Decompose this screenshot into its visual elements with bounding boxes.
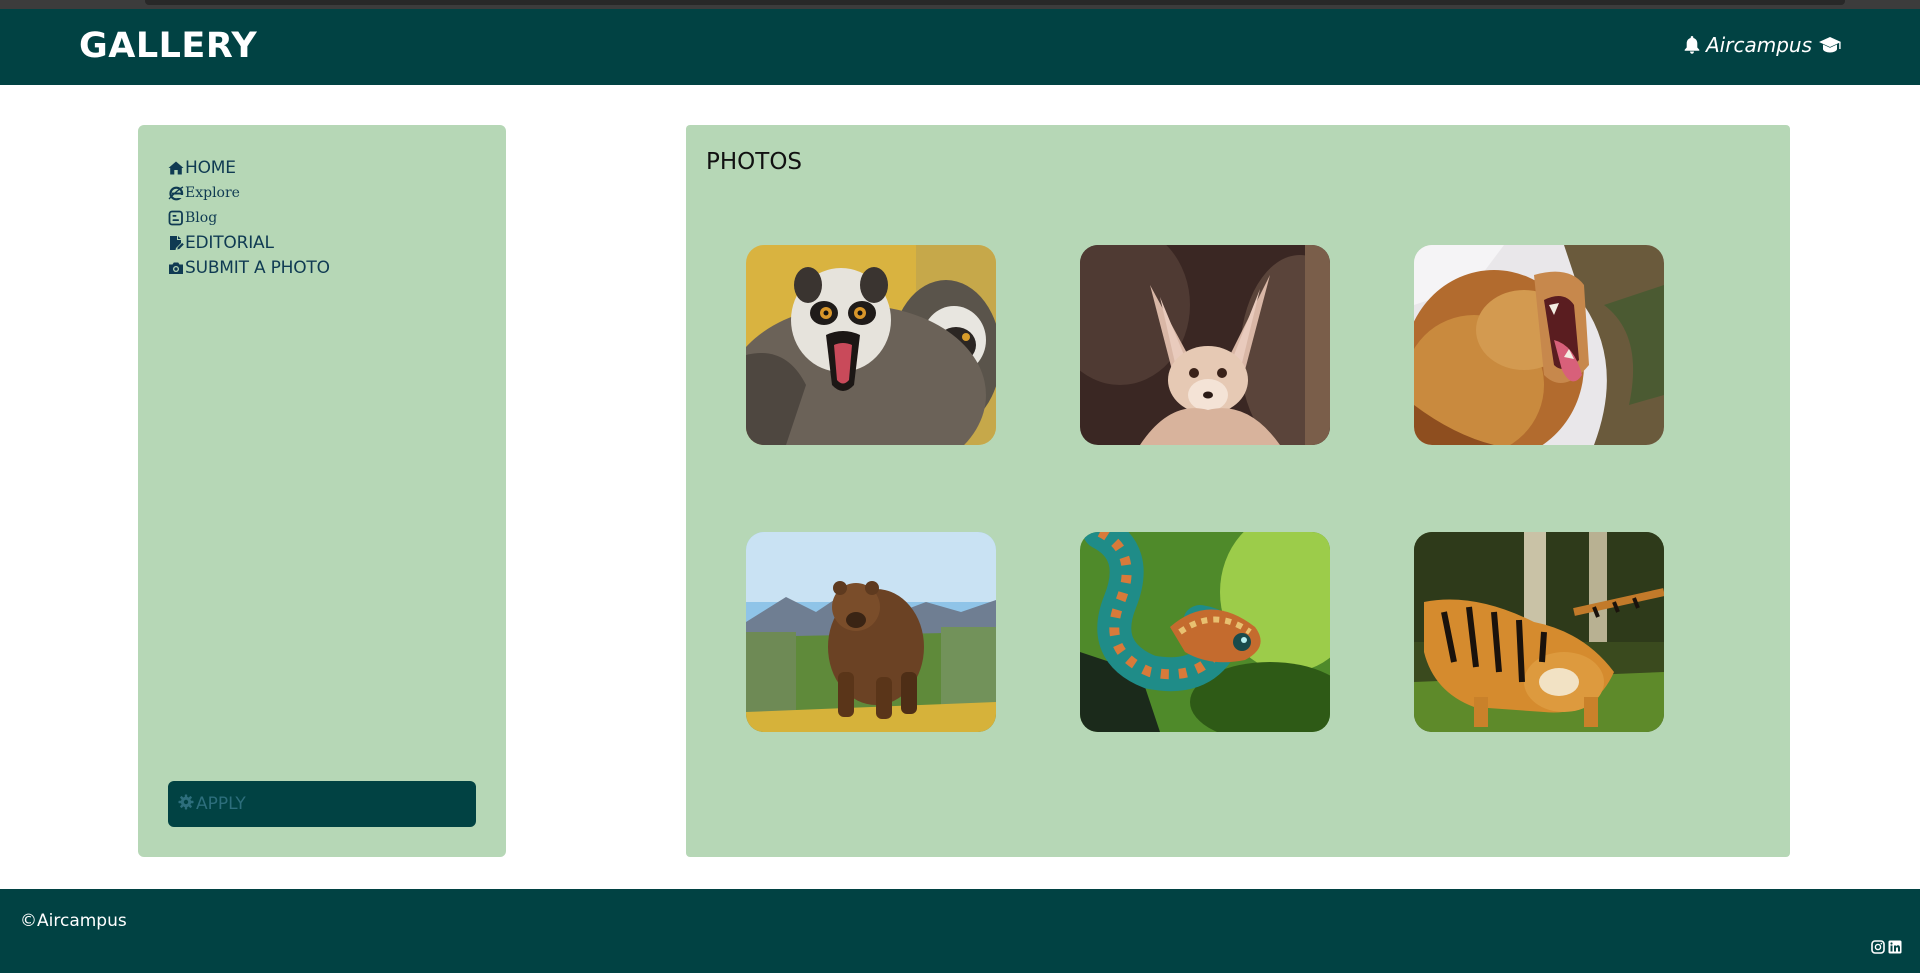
photo-lemurs[interactable] xyxy=(746,245,996,445)
sidebar-item-label: HOME xyxy=(185,157,236,178)
photos-heading: PHOTOS xyxy=(706,149,803,175)
sidebar-item-label: SUBMIT A PHOTO xyxy=(185,257,330,278)
graduation-cap-icon xyxy=(1818,36,1842,54)
social-links xyxy=(1871,939,1902,954)
sidebar-item-explore[interactable]: Explore xyxy=(168,180,330,205)
sidebar-item-label: EDITORIAL xyxy=(185,232,274,253)
camera-icon xyxy=(168,260,184,276)
photo-tiger[interactable] xyxy=(1414,532,1664,732)
apply-button[interactable]: APPLY xyxy=(168,781,476,827)
sidebar-item-editorial[interactable]: EDITORIAL xyxy=(168,230,330,255)
footer: ©Aircampus xyxy=(0,889,1920,973)
photo-lion[interactable] xyxy=(1414,245,1664,445)
sidebar-item-blog[interactable]: Blog xyxy=(168,205,330,230)
photo-snake[interactable] xyxy=(1080,532,1330,732)
top-navbar: GALLERY Aircampus xyxy=(0,9,1920,85)
browser-top-strip xyxy=(0,0,1920,9)
file-edit-icon xyxy=(168,235,184,251)
home-icon xyxy=(168,160,184,176)
site-brand[interactable]: GALLERY xyxy=(79,26,257,66)
sidebar-nav: HOME Explore Blog EDITORIAL SUBMIT A PHO… xyxy=(168,155,330,280)
sidebar: HOME Explore Blog EDITORIAL SUBMIT A PHO… xyxy=(138,125,506,857)
photo-bear[interactable] xyxy=(746,532,996,732)
bell-icon[interactable] xyxy=(1684,36,1700,54)
sidebar-item-home[interactable]: HOME xyxy=(168,155,330,180)
gear-icon xyxy=(178,794,196,815)
internet-explorer-icon xyxy=(168,185,184,201)
photo-fennec-fox[interactable] xyxy=(1080,245,1330,445)
sidebar-item-label: Explore xyxy=(185,184,240,201)
sidebar-item-label: Blog xyxy=(185,209,218,226)
blogger-icon xyxy=(168,210,184,226)
browser-address-bar xyxy=(145,0,1845,5)
user-area[interactable]: Aircampus xyxy=(1684,33,1842,57)
apply-button-label: APPLY xyxy=(196,794,246,814)
copyright-text: ©Aircampus xyxy=(20,911,127,931)
instagram-icon[interactable] xyxy=(1871,939,1885,954)
photos-panel: PHOTOS xyxy=(686,125,1790,857)
linkedin-icon[interactable] xyxy=(1888,939,1902,954)
user-name[interactable]: Aircampus xyxy=(1706,33,1812,57)
sidebar-item-submit-photo[interactable]: SUBMIT A PHOTO xyxy=(168,255,330,280)
